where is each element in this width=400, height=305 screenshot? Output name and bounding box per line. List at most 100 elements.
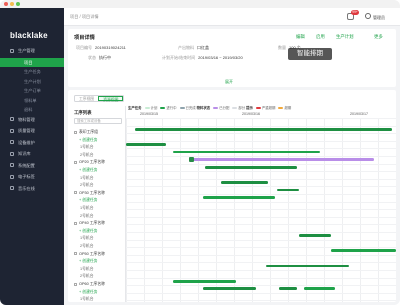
field-value: 20190319024211: [95, 45, 126, 50]
sidebar-item[interactable]: 领料单: [0, 96, 64, 105]
sidebar-item[interactable]: 系统配置: [0, 161, 64, 170]
task-bar[interactable]: [304, 287, 335, 291]
task-bar[interactable]: [203, 287, 256, 291]
checkbox-icon[interactable]: [74, 252, 77, 256]
more-button[interactable]: 更多: [374, 34, 383, 40]
machine-item[interactable]: 1号机台: [80, 236, 94, 241]
task-bar[interactable]: [172, 279, 236, 283]
minimize-window-dot[interactable]: [10, 2, 14, 6]
sidebar-item[interactable]: 设备维护: [0, 138, 64, 147]
machine-item[interactable]: 2号机台: [80, 153, 94, 158]
sidebar-item[interactable]: 生产订单: [0, 86, 64, 95]
menu-icon: [10, 163, 14, 167]
project-info-card: 项目详情 编辑 启用 生产计划 更多 项目编号 20190319024211 产出…: [68, 29, 396, 87]
checkbox-icon[interactable]: [74, 221, 77, 225]
checkbox-icon[interactable]: [74, 130, 77, 134]
tab-process-view[interactable]: 工序视图: [75, 96, 98, 101]
enable-button[interactable]: 启用: [316, 34, 325, 40]
task-bar[interactable]: [298, 234, 332, 237]
machine-item[interactable]: 1号机台: [80, 145, 94, 150]
sidebar-item[interactable]: 物料管理: [0, 115, 64, 124]
checkbox-icon[interactable]: [74, 191, 77, 195]
maximize-window-dot[interactable]: [16, 2, 20, 6]
legend-swatch: [160, 106, 166, 110]
grid-line: [126, 224, 396, 225]
create-task-link[interactable]: + 创建任务: [79, 138, 97, 143]
task-bar[interactable]: [277, 188, 299, 192]
process-group[interactable]: OP30 工序名称: [74, 191, 105, 196]
sidebar-item[interactable]: 电子标签: [0, 172, 64, 181]
sidebar-item[interactable]: 知识库: [0, 149, 64, 158]
grid-line: [252, 118, 253, 302]
legend-item: 超期: [284, 106, 292, 110]
username[interactable]: 管理员: [373, 15, 385, 21]
task-bar[interactable]: [279, 287, 297, 291]
sidebar-item[interactable]: 生产管理: [0, 46, 64, 55]
sidebar-item[interactable]: 质量管理: [0, 126, 64, 135]
process-group[interactable]: OP20 工序名称: [74, 160, 105, 165]
sidebar-item[interactable]: 生产任务: [0, 67, 64, 76]
breadcrumb[interactable]: 项目 / 项目详情: [70, 14, 99, 20]
machine-item[interactable]: 2号机台: [80, 274, 94, 279]
create-task-link[interactable]: + 创建任务: [79, 290, 97, 295]
grid-line: [126, 133, 396, 134]
grid-line: [378, 118, 379, 302]
grid-line: [126, 178, 396, 180]
task-bar[interactable]: [172, 150, 321, 154]
grid-line: [126, 125, 396, 127]
process-group[interactable]: 表印工序组: [74, 130, 98, 135]
task-bar[interactable]: [266, 264, 350, 268]
create-task-link[interactable]: + 创建任务: [79, 168, 97, 173]
machine-item[interactable]: 2号机台: [80, 183, 94, 188]
process-group[interactable]: OP60 工序名称: [74, 282, 105, 287]
tab-resource-view[interactable]: 资源视图: [98, 96, 124, 102]
machine-item[interactable]: 2号机台: [80, 214, 94, 219]
legend-swatch: [213, 106, 219, 110]
task-bar[interactable]: [190, 158, 375, 161]
machine-item[interactable]: 1号机台: [80, 176, 94, 181]
grid-line: [306, 118, 307, 302]
search-input[interactable]: 搜索工序或设备: [74, 118, 122, 124]
drag-handle[interactable]: [188, 157, 194, 162]
process-group[interactable]: OP40 工序名称: [74, 221, 105, 226]
legend: 生产任务 计划 进行中 已完成 物料状态 已分配 部分 提示 严重超期 超期: [128, 105, 291, 110]
resource-label: 1号机台: [80, 297, 94, 302]
machine-item[interactable]: 1号机台: [80, 267, 94, 272]
sidebar-item[interactable]: 音乐在线: [0, 184, 64, 193]
expand-toggle[interactable]: 展开: [225, 79, 233, 85]
grid-line: [126, 163, 396, 165]
legend-group-title: 生产任务: [128, 106, 142, 110]
legend-item: 已分配: [219, 106, 230, 110]
avatar[interactable]: [365, 13, 371, 19]
edit-button[interactable]: 编辑: [296, 34, 305, 40]
grid-line: [126, 285, 396, 286]
machine-item[interactable]: 1号机台: [80, 297, 94, 302]
grid-line: [126, 277, 396, 279]
production-plan-button[interactable]: 生产计划: [336, 34, 354, 40]
create-task-link[interactable]: + 创建任务: [79, 198, 97, 203]
task-bar[interactable]: [205, 165, 297, 169]
create-task-link[interactable]: + 创建任务: [79, 229, 97, 234]
resource-label: 1号机台: [80, 145, 94, 150]
field-status: 状态 执行中: [88, 55, 111, 61]
machine-item[interactable]: 1号机台: [80, 206, 94, 211]
process-group[interactable]: OP50 工序名称: [74, 252, 105, 257]
sidebar-item-label: 生产管理: [18, 48, 35, 53]
sidebar-item[interactable]: 退料: [0, 105, 64, 114]
grid-line: [324, 118, 325, 302]
task-bar[interactable]: [331, 249, 396, 253]
resource-label: + 创建任务: [79, 168, 98, 172]
sidebar-item-label: 生产订单: [24, 88, 41, 93]
close-window-dot[interactable]: [4, 2, 8, 6]
checkbox-icon[interactable]: [74, 282, 77, 286]
task-bar[interactable]: [135, 127, 393, 131]
sidebar-item[interactable]: 生产计划: [0, 77, 64, 86]
create-task-link[interactable]: + 创建任务: [79, 259, 97, 264]
checkbox-icon[interactable]: [74, 160, 77, 164]
legend-swatch: [232, 106, 238, 110]
task-bar[interactable]: [203, 196, 276, 199]
task-bar[interactable]: [126, 143, 166, 146]
machine-item[interactable]: 2号机台: [80, 244, 94, 249]
task-bar[interactable]: [221, 181, 269, 184]
sidebar-item[interactable]: 项目: [0, 57, 64, 67]
